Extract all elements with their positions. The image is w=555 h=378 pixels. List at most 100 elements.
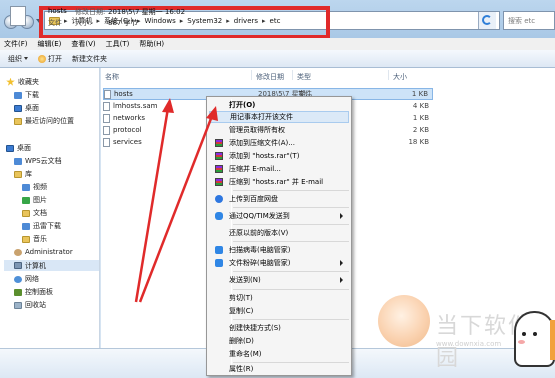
menu-item-shred-file[interactable]: 文件粉碎(电脑管家) xyxy=(209,257,349,269)
menu-item-add-to-archive[interactable]: 添加到压缩文件(A)... xyxy=(209,137,349,149)
cat-eye xyxy=(522,332,526,336)
network-icon xyxy=(14,275,22,283)
search-input[interactable]: 搜索 etc xyxy=(503,11,555,30)
menu-item-create-shortcut[interactable]: 创建快捷方式(S) xyxy=(209,322,349,334)
column-header-size[interactable]: 大小 xyxy=(393,72,407,82)
menu-item-compress-email[interactable]: 压缩并 E-mail... xyxy=(209,163,349,175)
menu-separator xyxy=(233,319,349,320)
nav-pictures[interactable]: 图片 xyxy=(22,195,47,205)
menu-edit[interactable]: 编辑(E) xyxy=(38,39,62,49)
document-icon xyxy=(22,209,30,217)
menu-item-cut[interactable]: 剪切(T) xyxy=(209,292,349,304)
column-divider[interactable] xyxy=(292,70,293,80)
menu-help[interactable]: 帮助(H) xyxy=(139,39,164,49)
file-icon xyxy=(103,125,110,135)
menu-item-label: 上传到百度网盘 xyxy=(229,195,278,203)
menu-item-send-to[interactable]: 发送到(N) xyxy=(209,274,349,286)
baidu-netdisk-icon xyxy=(215,195,223,203)
recycle-bin-icon xyxy=(14,301,22,309)
menu-item-label: 发送到(N) xyxy=(229,276,261,284)
submenu-arrow-icon xyxy=(340,277,343,283)
nav-thunder-downloads[interactable]: 迅雷下载 xyxy=(22,221,61,231)
nav-label: 迅雷下载 xyxy=(33,222,61,230)
menu-item-restore-versions[interactable]: 还原以前的版本(V) xyxy=(209,227,349,239)
menu-item-label: 添加到压缩文件(A)... xyxy=(229,139,295,147)
winrar-icon xyxy=(215,178,223,186)
menu-item-qq-send[interactable]: 通过QQ/TIM发送到 xyxy=(209,210,349,222)
nav-label: 视频 xyxy=(33,183,47,191)
menu-separator xyxy=(233,241,349,242)
details-size-label: 大小: xyxy=(75,19,92,27)
menu-item-properties[interactable]: 属性(R) xyxy=(209,363,349,375)
nav-label: 网络 xyxy=(25,275,39,283)
nav-favorites[interactable]: 收藏夹 xyxy=(6,77,39,87)
column-header-type[interactable]: 类型 xyxy=(297,72,311,82)
open-button[interactable]: 打开 xyxy=(38,54,62,64)
menu-item-rename[interactable]: 重命名(M) xyxy=(209,348,349,360)
file-icon xyxy=(103,113,110,123)
thunder-icon xyxy=(22,222,30,230)
organize-button[interactable]: 组织 xyxy=(8,54,28,64)
menu-separator xyxy=(233,289,349,290)
nav-recent-places[interactable]: 最近访问的位置 xyxy=(14,116,74,126)
new-folder-button[interactable]: 新建文件夹 xyxy=(72,54,107,64)
watermark-logo xyxy=(378,295,430,347)
nav-downloads[interactable]: 下载 xyxy=(14,90,39,100)
menu-item-open[interactable]: 打开(O) xyxy=(209,99,349,111)
watermark-url: www.downxia.com xyxy=(436,340,502,348)
column-divider[interactable] xyxy=(251,70,252,80)
pc-manager-icon xyxy=(215,259,223,267)
menu-separator xyxy=(233,224,349,225)
menu-view[interactable]: 查看(V) xyxy=(71,39,95,49)
nav-documents[interactable]: 文档 xyxy=(22,208,47,218)
nav-administrator[interactable]: Administrator xyxy=(14,248,73,256)
menu-file[interactable]: 文件(F) xyxy=(4,39,28,49)
menu-item-scan-virus[interactable]: 扫描病毒(电脑管家) xyxy=(209,244,349,256)
nav-network[interactable]: 网络 xyxy=(14,274,39,284)
menu-item-add-to-hosts-rar[interactable]: 添加到 "hosts.rar"(T) xyxy=(209,150,349,162)
nav-wps-cloud[interactable]: WPS云文档 xyxy=(14,156,62,166)
cloud-icon xyxy=(14,157,22,165)
menu-item-delete[interactable]: 删除(D) xyxy=(209,335,349,347)
nav-desktop[interactable]: 桌面 xyxy=(6,143,31,153)
menu-item-label: 管理员取得所有权 xyxy=(229,126,285,134)
nav-label: WPS云文档 xyxy=(25,157,62,165)
file-icon xyxy=(103,137,110,147)
column-header-date[interactable]: 修改日期 xyxy=(256,72,284,82)
menu-item-label: 打开(O) xyxy=(229,101,256,109)
nav-recycle-bin[interactable]: 回收站 xyxy=(14,300,46,310)
file-size: 4 KB xyxy=(412,102,429,110)
music-icon xyxy=(22,235,30,243)
nav-videos[interactable]: 视频 xyxy=(22,182,47,192)
file-size: 2 KB xyxy=(412,126,429,134)
file-name: lmhosts.sam xyxy=(113,102,158,110)
menu-item-open-with-notepad[interactable]: 用记事本打开该文件 xyxy=(209,111,349,123)
file-size: 1 KB xyxy=(411,90,428,98)
nav-label: 图片 xyxy=(33,196,47,204)
nav-computer[interactable]: 计算机 xyxy=(4,260,99,271)
new-folder-label: 新建文件夹 xyxy=(72,54,107,63)
nav-label: 库 xyxy=(25,170,32,178)
open-label: 打开 xyxy=(48,54,62,63)
nav-label: 文档 xyxy=(33,209,47,217)
menu-item-baidu-upload[interactable]: 上传到百度网盘 xyxy=(209,193,349,205)
column-divider[interactable] xyxy=(388,70,389,80)
nav-music[interactable]: 音乐 xyxy=(22,234,47,244)
menu-item-label: 属性(R) xyxy=(229,365,254,373)
menu-item-compress-hosts-email[interactable]: 压缩到 "hosts.rar" 并 E-mail xyxy=(209,176,349,188)
menu-separator xyxy=(233,271,349,272)
nav-libraries[interactable]: 库 xyxy=(14,169,32,179)
context-menu: 打开(O) 用记事本打开该文件 管理员取得所有权 添加到压缩文件(A)... 添… xyxy=(206,96,352,376)
menu-tools[interactable]: 工具(T) xyxy=(106,39,130,49)
menu-item-take-ownership[interactable]: 管理员取得所有权 xyxy=(209,124,349,136)
nav-control-panel[interactable]: 控制面板 xyxy=(14,287,53,297)
nav-desktop-favorite[interactable]: 桌面 xyxy=(14,103,39,113)
column-header-name[interactable]: 名称 xyxy=(105,72,119,82)
details-size: 887 字节 xyxy=(108,19,138,27)
open-icon xyxy=(38,54,46,63)
nav-label: 桌面 xyxy=(25,104,39,112)
details-file-name: hosts xyxy=(48,7,67,15)
menu-item-label: 用记事本打开该文件 xyxy=(230,113,293,121)
menu-item-copy[interactable]: 复制(C) xyxy=(209,305,349,317)
file-name: networks xyxy=(113,114,146,122)
